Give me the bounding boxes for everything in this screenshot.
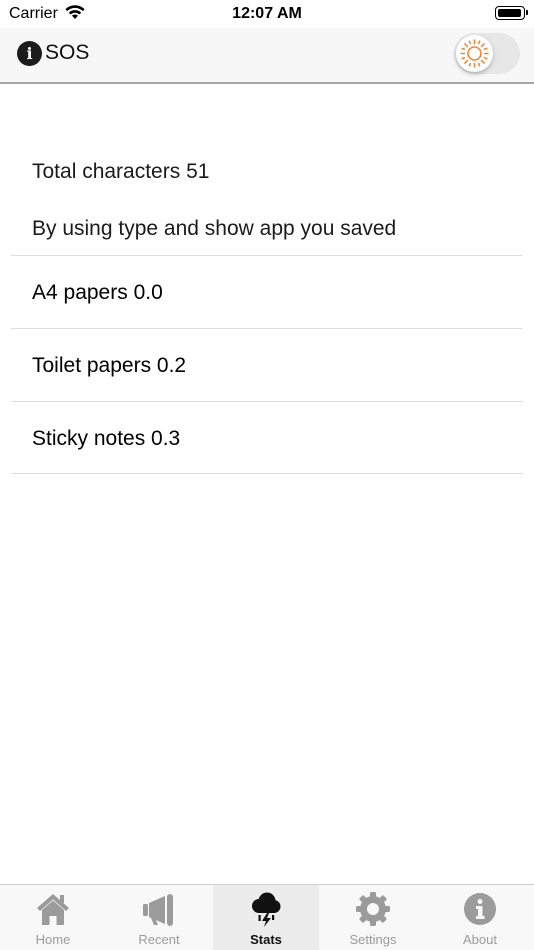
tab-settings-label: Settings <box>349 932 397 947</box>
tab-recent[interactable]: Recent <box>106 885 212 950</box>
stat-row-a4-papers: A4 papers 0.0 <box>32 281 163 304</box>
tab-about-label: About <box>463 932 497 947</box>
divider <box>11 328 523 329</box>
info-icon[interactable]: i <box>17 41 42 66</box>
house-icon <box>37 894 69 925</box>
divider <box>11 401 523 402</box>
page-title: SOS <box>45 41 90 64</box>
tab-stats-label: Stats <box>250 932 282 947</box>
divider <box>11 255 523 256</box>
gear-icon <box>356 892 390 926</box>
theme-toggle[interactable] <box>454 33 520 74</box>
total-characters-label: Total characters 51 <box>32 160 210 183</box>
tab-bar: Home Recent Stats Settings About <box>0 884 534 950</box>
tab-home-label: Home <box>35 932 71 947</box>
tab-home[interactable]: Home <box>0 885 106 950</box>
status-bar: Carrier 12:07 AM <box>0 0 534 28</box>
info-circle-icon <box>464 893 496 925</box>
sun-icon <box>460 39 489 68</box>
tab-about[interactable]: About <box>427 885 533 950</box>
navigation-bar: i SOS <box>0 28 534 84</box>
divider <box>11 473 523 474</box>
tab-stats[interactable]: Stats <box>213 885 319 950</box>
storm-cloud-icon <box>252 892 281 927</box>
toggle-knob[interactable] <box>456 35 493 72</box>
clock: 12:07 AM <box>232 5 302 22</box>
stat-row-sticky-notes: Sticky notes 0.3 <box>32 427 181 450</box>
saved-intro-label: By using type and show app you saved <box>32 217 397 240</box>
megaphone-icon <box>143 894 173 926</box>
tab-recent-label: Recent <box>138 932 180 947</box>
tab-settings[interactable]: Settings <box>320 885 426 950</box>
battery-icon <box>495 6 528 20</box>
stat-row-toilet-papers: Toilet papers 0.2 <box>32 354 187 377</box>
